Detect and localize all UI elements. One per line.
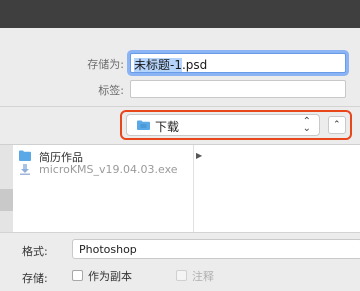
format-label: 格式: bbox=[22, 245, 48, 258]
save-as-label: 存储为: bbox=[87, 58, 124, 71]
list-item-folder[interactable]: 简历作品 bbox=[19, 149, 189, 164]
file-name-selection: 未标题-1 bbox=[134, 58, 182, 72]
browser-column-2 bbox=[193, 145, 360, 233]
format-value: Photoshop bbox=[79, 243, 137, 256]
options-panel: 格式: Photoshop 存储: 作为副本 注释 bbox=[0, 232, 360, 291]
tags-input[interactable] bbox=[130, 80, 346, 98]
annotation-highlight bbox=[120, 110, 352, 140]
format-popup[interactable]: Photoshop bbox=[72, 239, 360, 259]
notes-checkbox[interactable] bbox=[176, 270, 187, 281]
save-options-label: 存储: bbox=[22, 272, 48, 285]
title-bar bbox=[0, 0, 360, 28]
sidebar-selection bbox=[0, 189, 13, 211]
notes-label: 注释 bbox=[192, 270, 214, 283]
file-name-extension: .psd bbox=[181, 58, 208, 72]
file-name-text: 未标题-1.psd bbox=[134, 56, 207, 73]
list-item-label: microKMS_v19.04.03.exe bbox=[39, 163, 178, 176]
browser-column-1: 简历作品 ▶ microKMS_v19.04.03.exe bbox=[13, 145, 202, 233]
file-browser: 简历作品 ▶ microKMS_v19.04.03.exe bbox=[0, 144, 360, 233]
tags-label: 标签: bbox=[98, 84, 124, 97]
installer-icon bbox=[20, 164, 30, 175]
file-name-input[interactable]: 未标题-1.psd bbox=[130, 53, 346, 73]
as-copy-checkbox[interactable] bbox=[72, 270, 83, 281]
list-item-file[interactable]: microKMS_v19.04.03.exe bbox=[19, 163, 189, 178]
folder-icon bbox=[19, 150, 31, 161]
as-copy-label: 作为副本 bbox=[88, 270, 132, 283]
